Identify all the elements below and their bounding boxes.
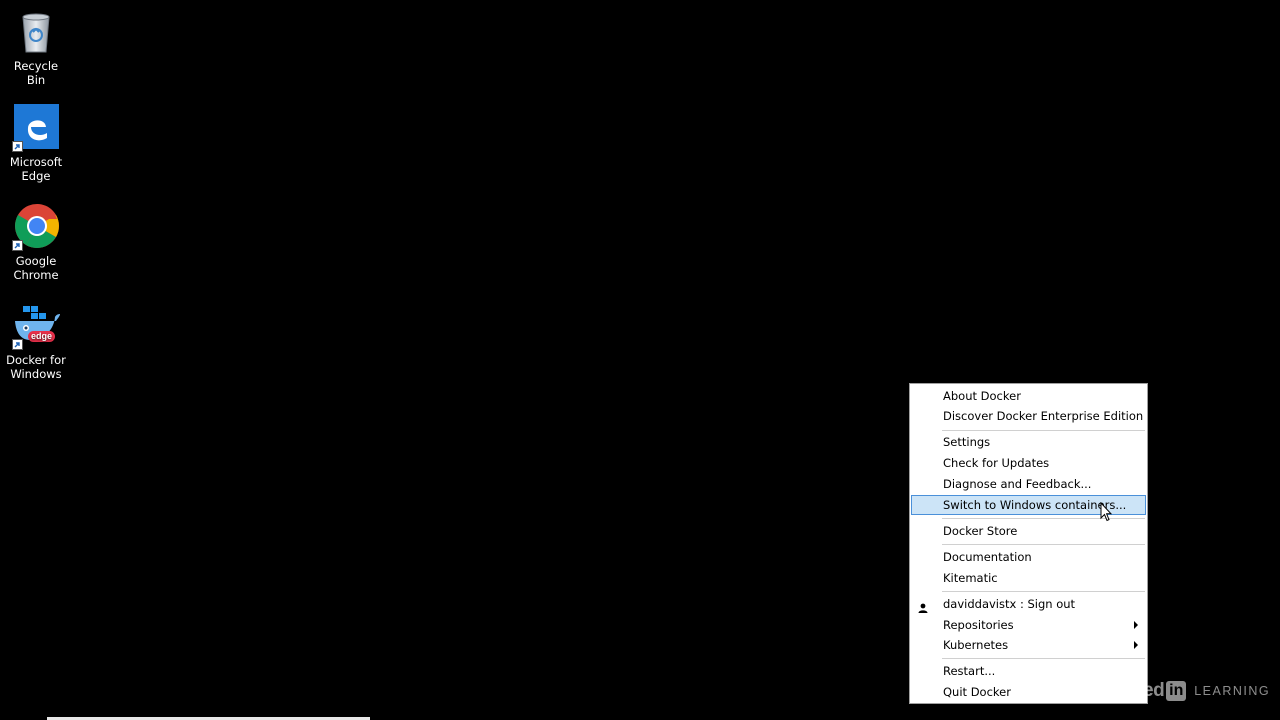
edge-badge: edge: [28, 331, 56, 342]
menu-item-label: Diagnose and Feedback...: [943, 477, 1092, 491]
linkedin-learning-watermark: Linked in LEARNING: [1106, 680, 1270, 702]
menu-separator: [942, 658, 1145, 659]
docker-icon: edge: [12, 302, 60, 350]
menu-item-label: Switch to Windows containers...: [943, 498, 1127, 512]
menu-item-label: Discover Docker Enterprise Edition: [943, 409, 1144, 423]
menu-item-label: Kitematic: [943, 571, 998, 585]
chrome-icon: [12, 203, 60, 251]
desktop-icon-recycle-bin[interactable]: Recycle Bin: [4, 8, 68, 87]
desktop-icon-docker-for-windows[interactable]: edge Docker for Windows: [4, 302, 68, 381]
desktop-icon-label: Microsoft Edge: [9, 155, 63, 183]
edge-icon: [12, 104, 60, 152]
desktop-icon-google-chrome[interactable]: Google Chrome: [4, 203, 68, 282]
desktop: Recycle Bin Microsoft Edge Google Chrome…: [0, 0, 1280, 720]
menu-item-label: Docker Store: [943, 524, 1018, 538]
submenu-arrow-icon: [1134, 621, 1138, 629]
menu-item-label: Kubernetes: [943, 638, 1009, 652]
shortcut-arrow-icon: [12, 240, 23, 251]
menu-item-label: Restart...: [943, 664, 996, 678]
menu-item-sign-out[interactable]: daviddavistx : Sign out: [911, 594, 1146, 614]
menu-item-documentation[interactable]: Documentation: [911, 547, 1146, 567]
menu-item-discover-enterprise[interactable]: Discover Docker Enterprise Edition: [911, 406, 1146, 426]
watermark-brand: Linked: [1106, 680, 1165, 701]
menu-item-label: About Docker: [943, 389, 1021, 403]
menu-item-kubernetes[interactable]: Kubernetes: [911, 635, 1146, 655]
user-icon: [918, 599, 928, 613]
menu-item-docker-store[interactable]: Docker Store: [911, 521, 1146, 541]
recycle-bin-icon: [12, 8, 60, 56]
menu-item-kitematic[interactable]: Kitematic: [911, 568, 1146, 588]
menu-item-label: Documentation: [943, 550, 1032, 564]
shortcut-arrow-icon: [12, 141, 23, 152]
menu-item-label: Repositories: [943, 618, 1014, 632]
menu-item-about-docker[interactable]: About Docker: [911, 386, 1146, 406]
menu-item-check-updates[interactable]: Check for Updates: [911, 453, 1146, 473]
menu-item-label: Check for Updates: [943, 456, 1050, 470]
menu-item-repositories[interactable]: Repositories: [911, 615, 1146, 635]
submenu-arrow-icon: [1134, 641, 1138, 649]
desktop-icon-label: Google Chrome: [13, 254, 59, 282]
menu-separator: [942, 544, 1145, 545]
menu-item-diagnose-feedback[interactable]: Diagnose and Feedback...: [911, 474, 1146, 494]
menu-item-label: Quit Docker: [943, 685, 1011, 699]
menu-item-label: daviddavistx : Sign out: [943, 597, 1076, 611]
desktop-icon-microsoft-edge[interactable]: Microsoft Edge: [4, 104, 68, 183]
mouse-cursor-icon: [1100, 501, 1113, 522]
menu-item-restart[interactable]: Restart...: [911, 661, 1146, 681]
menu-separator: [942, 518, 1145, 519]
docker-context-menu: About Docker Discover Docker Enterprise …: [909, 383, 1148, 704]
menu-item-settings[interactable]: Settings: [911, 432, 1146, 452]
desktop-icon-label: Docker for Windows: [6, 353, 66, 381]
desktop-icon-label: Recycle Bin: [13, 59, 59, 87]
linkedin-in-icon: in: [1166, 681, 1187, 701]
menu-separator: [942, 430, 1145, 431]
menu-item-label: Settings: [943, 435, 991, 449]
watermark-product: LEARNING: [1194, 684, 1271, 698]
shortcut-arrow-icon: [12, 339, 23, 350]
menu-separator: [942, 591, 1145, 592]
